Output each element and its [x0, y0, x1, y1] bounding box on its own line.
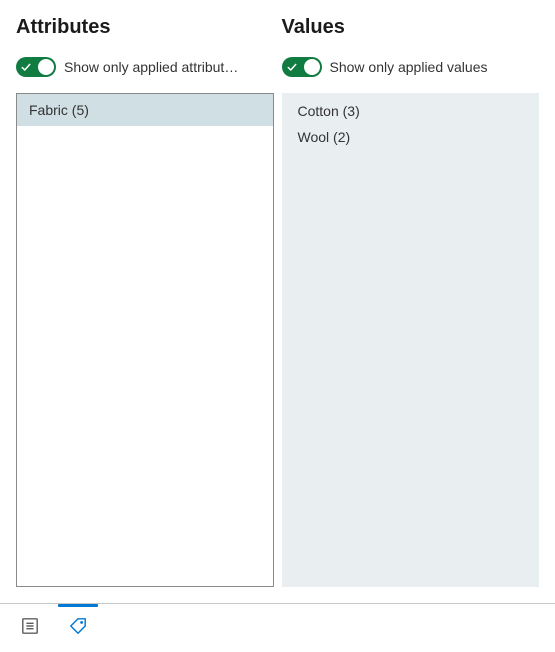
attribute-row[interactable]: Fabric (5) [17, 94, 273, 126]
values-filter-toggle[interactable] [282, 57, 322, 77]
attributes-filter-toggle[interactable] [16, 57, 56, 77]
list-icon [21, 617, 39, 640]
attributes-column: Attributes Show only applied attribut… F… [16, 16, 274, 587]
attributes-filter-row: Show only applied attribut… [16, 57, 274, 77]
values-filter-row: Show only applied values [282, 57, 540, 77]
value-row[interactable]: Wool (2) [282, 123, 540, 149]
tags-tab[interactable] [54, 604, 102, 652]
footer-tabs [0, 604, 555, 652]
values-header: Values [282, 16, 540, 39]
check-icon [287, 62, 297, 72]
values-column: Values Show only applied values Cotton (… [282, 16, 540, 587]
attributes-filter-label: Show only applied attribut… [64, 59, 238, 75]
values-panel: Cotton (3)Wool (2) [282, 93, 540, 587]
values-filter-label: Show only applied values [330, 59, 488, 75]
attributes-panel: Fabric (5) [16, 93, 274, 587]
tag-icon [69, 617, 87, 640]
details-tab[interactable] [6, 604, 54, 652]
content: Attributes Show only applied attribut… F… [0, 0, 555, 603]
value-row[interactable]: Cotton (3) [282, 93, 540, 123]
attributes-header: Attributes [16, 16, 274, 39]
check-icon [21, 62, 31, 72]
